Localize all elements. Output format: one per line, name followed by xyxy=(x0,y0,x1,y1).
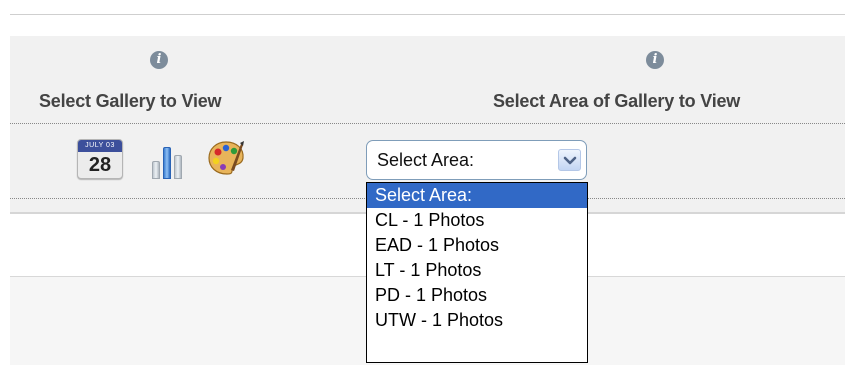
area-select-value: Select Area: xyxy=(377,150,475,170)
dropdown-option[interactable]: UTW - 1 Photos xyxy=(367,308,587,333)
top-divider xyxy=(10,14,845,15)
header-dotted-divider xyxy=(10,123,845,124)
area-select[interactable]: Select Area: xyxy=(366,140,587,180)
dropdown-option[interactable]: EAD - 1 Photos xyxy=(367,233,587,258)
dropdown-arrow-button[interactable] xyxy=(558,149,581,171)
bar-chart-icon[interactable] xyxy=(150,137,186,179)
calendar-month: JULY 03 xyxy=(78,140,122,152)
dropdown-option[interactable]: CL - 1 Photos xyxy=(367,208,587,233)
gallery-heading: Select Gallery to View xyxy=(39,91,222,111)
dropdown-option[interactable]: Select Area: xyxy=(367,183,587,208)
dropdown-option[interactable]: LT - 1 Photos xyxy=(367,258,587,283)
area-heading: Select Area of Gallery to View xyxy=(493,91,741,111)
chevron-down-icon xyxy=(563,156,577,165)
info-icon[interactable]: i xyxy=(646,51,664,69)
info-icon[interactable]: i xyxy=(150,51,168,69)
dropdown-option[interactable]: PD - 1 Photos xyxy=(367,283,587,308)
area-select-dropdown: Select Area: CL - 1 Photos EAD - 1 Photo… xyxy=(366,182,588,363)
calendar-day: 28 xyxy=(88,154,112,176)
paint-palette-icon[interactable] xyxy=(207,140,245,176)
calendar-icon[interactable]: JULY 03 28 xyxy=(77,139,123,179)
